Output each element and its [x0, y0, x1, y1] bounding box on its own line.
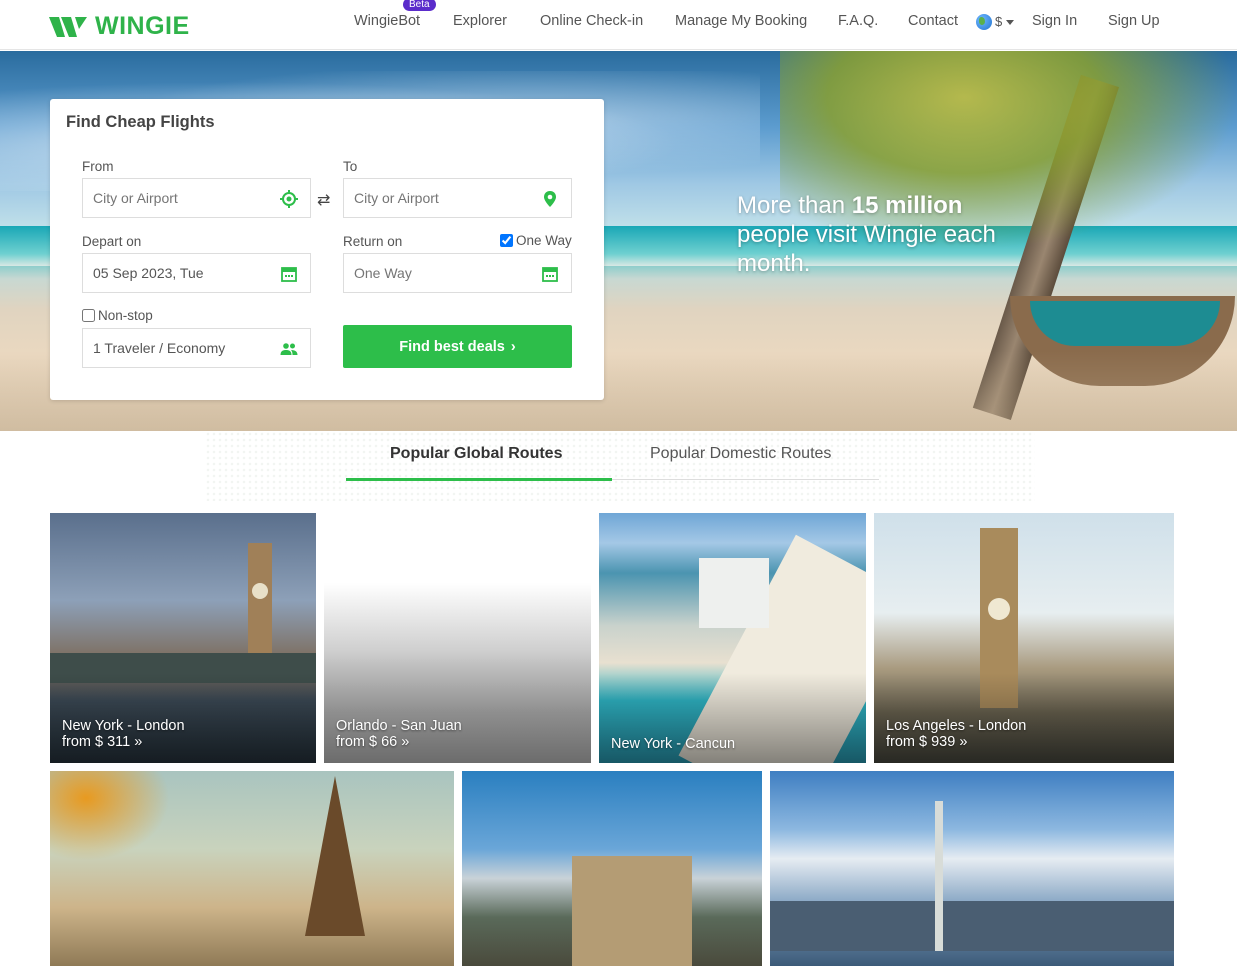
nav-faq[interactable]: F.A.Q. [838, 13, 878, 29]
logo[interactable]: WINGIE [49, 12, 190, 41]
find-best-deals-button[interactable]: Find best deals › [343, 325, 572, 368]
route-caption: New York - London from $ 311 » [62, 718, 185, 750]
one-way-check[interactable] [500, 234, 513, 247]
double-chevron-right-icon: » [959, 734, 968, 750]
route-name: New York - London [62, 718, 185, 734]
depart-input[interactable] [83, 254, 273, 292]
from-input[interactable] [83, 179, 273, 217]
travelers-input[interactable] [83, 329, 273, 367]
travelers-field[interactable] [82, 328, 311, 368]
sign-in-link[interactable]: Sign In [1032, 13, 1077, 29]
tagline-highlight: 15 million [851, 192, 963, 219]
sign-up-link[interactable]: Sign Up [1108, 13, 1160, 29]
brand-name: WINGIE [95, 12, 190, 40]
hammock-cushion [1030, 301, 1220, 346]
depart-label: Depart on [82, 234, 142, 249]
double-chevron-right-icon: » [401, 734, 410, 750]
search-title: Find Cheap Flights [66, 113, 215, 131]
double-chevron-right-icon: » [134, 734, 143, 750]
swap-icon[interactable]: ⇄ [317, 190, 330, 210]
from-label: From [82, 159, 114, 174]
find-button-label: Find best deals [399, 338, 505, 355]
return-field[interactable] [343, 253, 572, 293]
calendar-icon[interactable] [280, 265, 298, 283]
route-price: from $ 311 [62, 734, 131, 750]
to-label: To [343, 159, 358, 174]
route-caption: Orlando - San Juan from $ 66 » [336, 718, 462, 750]
route-name: Los Angeles - London [886, 718, 1027, 734]
autumn-leaves-image [50, 771, 170, 861]
flight-search-card: Find Cheap Flights From ⇄ To Depart on [50, 99, 604, 400]
route-tile-new-york-london[interactable]: New York - London from $ 311 » [50, 513, 316, 763]
globe-icon[interactable] [976, 14, 992, 30]
route-tile-paris[interactable] [50, 771, 454, 966]
nav-manage-my-booking[interactable]: Manage My Booking [675, 13, 807, 29]
cn-tower-image [935, 801, 943, 951]
site-header: WINGIE Beta WingieBot Explorer Online Ch… [0, 0, 1237, 50]
one-way-label: One Way [516, 233, 572, 248]
non-stop-checkbox[interactable]: Non-stop [82, 308, 153, 323]
return-input[interactable] [344, 254, 534, 292]
non-stop-check[interactable] [82, 309, 95, 322]
eiffel-tower-image [305, 776, 365, 936]
route-caption: New York - Cancun [611, 736, 735, 752]
calendar-icon[interactable] [541, 265, 559, 283]
nav-wingiebot[interactable]: WingieBot [354, 13, 420, 29]
tagline-prefix: More than [737, 192, 852, 219]
nav-explorer[interactable]: Explorer [453, 13, 507, 29]
wingie-logo-icon [49, 16, 87, 37]
one-way-checkbox[interactable]: One Way [500, 233, 572, 248]
depart-field[interactable] [82, 253, 311, 293]
route-price: from $ 66 [336, 734, 398, 750]
tagline-suffix: people visit Wingie each month. [737, 221, 996, 277]
tab-active-indicator [346, 478, 612, 481]
return-label: Return on [343, 234, 403, 249]
hero-tagline: More than 15 million people visit Wingie… [737, 191, 997, 278]
world-map-background [205, 431, 1035, 501]
non-stop-label: Non-stop [98, 308, 153, 323]
skyline-image [770, 901, 1174, 951]
chevron-down-icon[interactable] [1006, 20, 1014, 25]
hotel-image [699, 558, 769, 628]
from-field[interactable] [82, 178, 311, 218]
tab-popular-global-routes[interactable]: Popular Global Routes [390, 445, 562, 463]
route-tile-orlando-san-juan[interactable]: Orlando - San Juan from $ 66 » [324, 513, 591, 763]
route-tile-toronto[interactable] [770, 771, 1174, 966]
route-price: from $ 939 [886, 734, 956, 750]
route-tile-new-york-cancun[interactable]: New York - Cancun [599, 513, 866, 763]
route-caption: Los Angeles - London from $ 939 » [886, 718, 1026, 750]
route-name: Orlando - San Juan [336, 718, 462, 734]
chevron-right-icon: › [510, 338, 516, 355]
to-field[interactable] [343, 178, 572, 218]
currency-selector[interactable]: $ [995, 14, 1002, 29]
route-tile-bogota[interactable] [462, 771, 762, 966]
beta-badge: Beta [403, 0, 436, 11]
map-pin-icon [544, 191, 556, 207]
nav-online-check-in[interactable]: Online Check-in [540, 13, 643, 29]
locate-icon[interactable] [280, 190, 298, 208]
cathedral-image [572, 856, 692, 966]
to-input[interactable] [344, 179, 534, 217]
route-name: New York - Cancun [611, 736, 736, 752]
people-icon [280, 343, 298, 355]
tab-popular-domestic-routes[interactable]: Popular Domestic Routes [650, 445, 831, 463]
route-tile-los-angeles-london[interactable]: Los Angeles - London from $ 939 » [874, 513, 1174, 763]
nav-contact[interactable]: Contact [908, 13, 958, 29]
